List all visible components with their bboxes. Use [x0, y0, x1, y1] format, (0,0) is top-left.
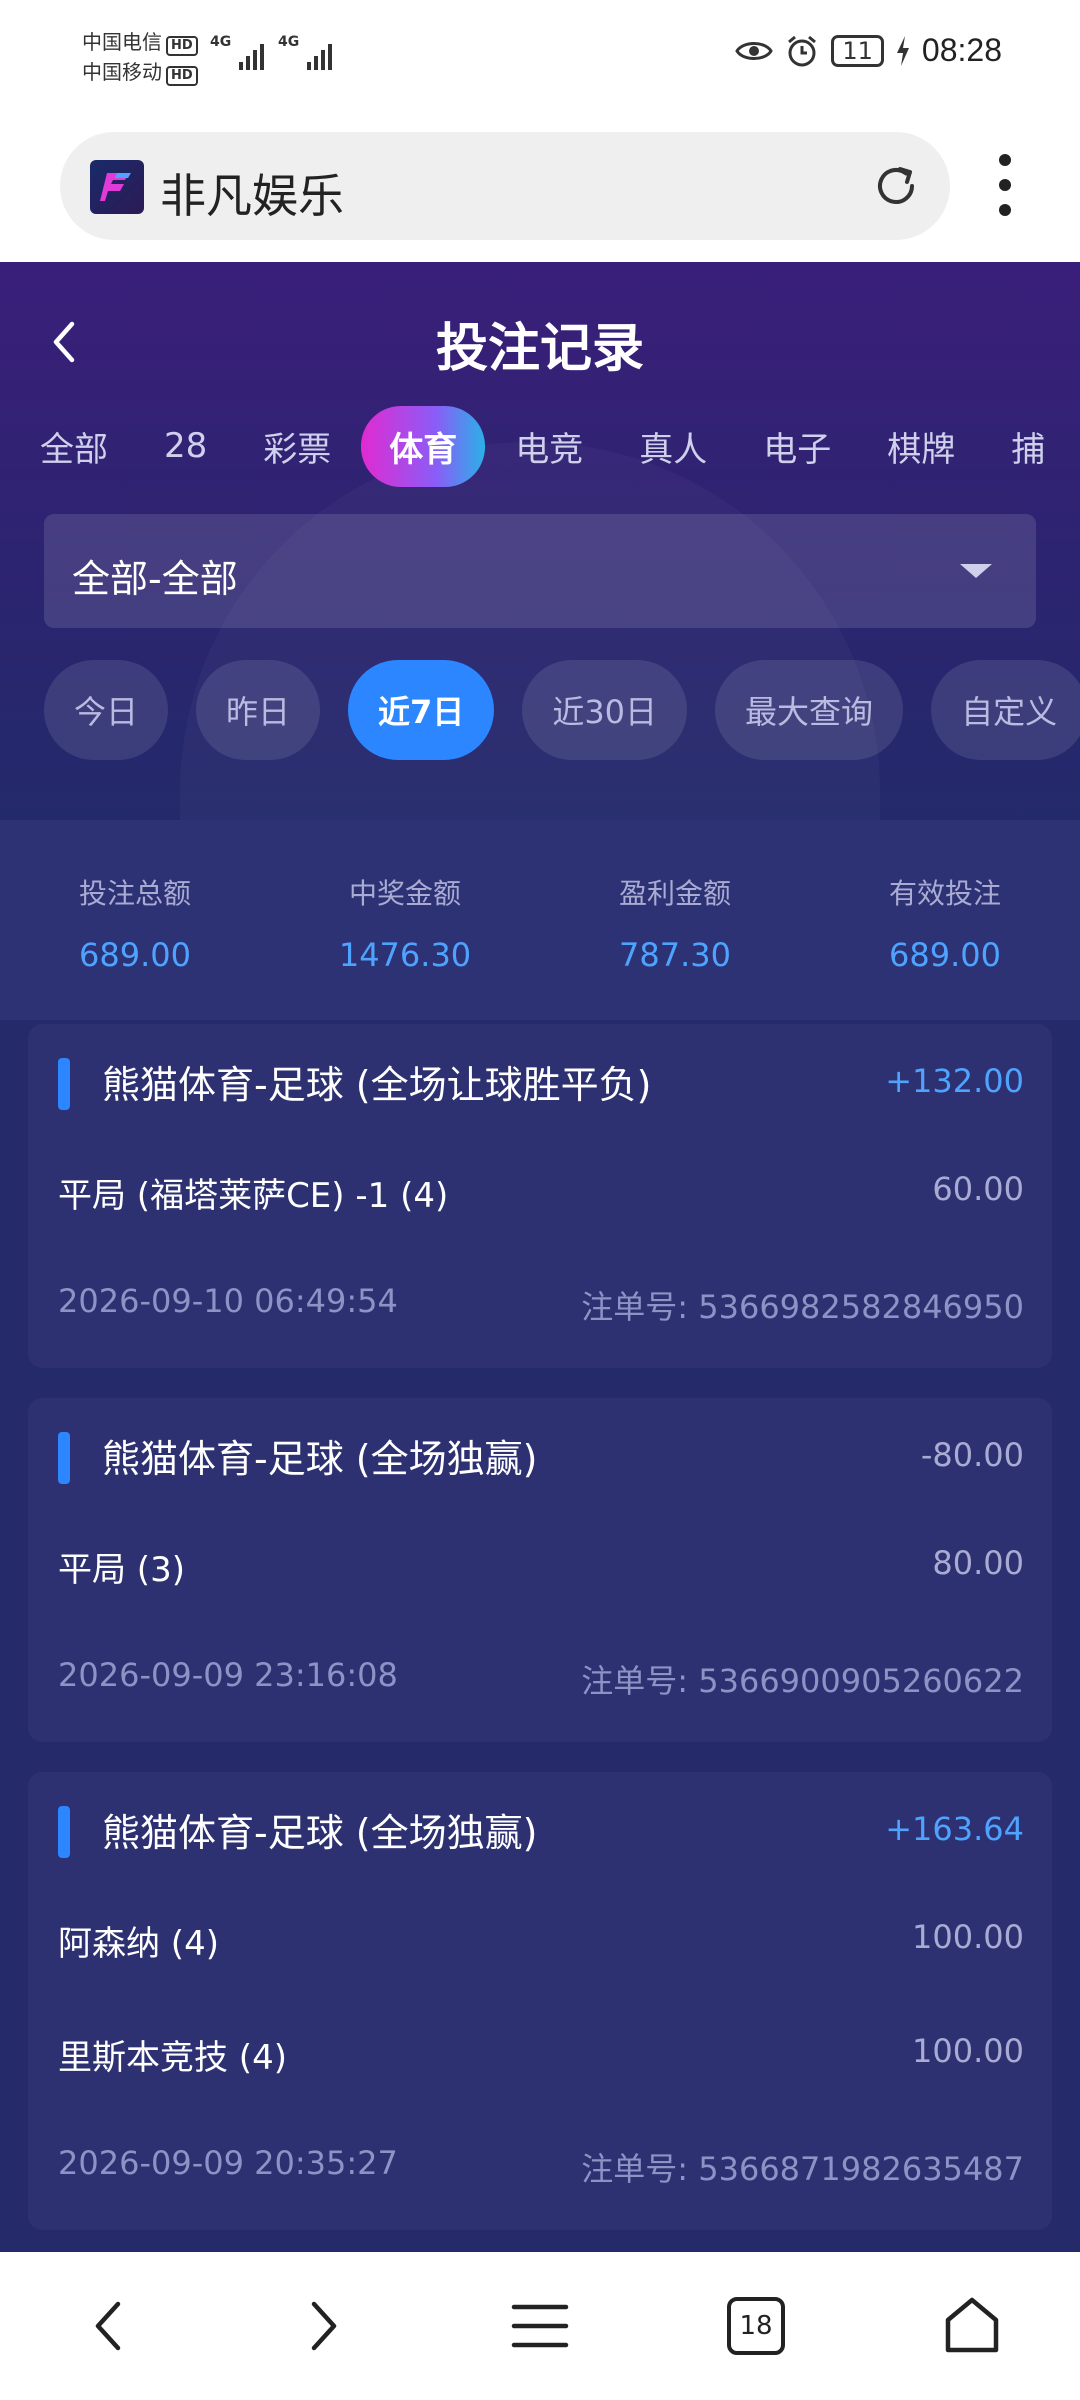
chevron-right-icon [311, 2301, 337, 2351]
bet-title: 熊猫体育-足球 (全场独赢) [102, 1811, 538, 1855]
summary-label: 盈利金额 [618, 877, 731, 910]
tab-category[interactable]: 电子 [763, 422, 831, 471]
bet-pick: 阿森纳 (4) [58, 1924, 219, 1964]
signal-indicators: 4G 4G [210, 34, 332, 70]
page-title: 投注记录 [435, 319, 644, 379]
site-favicon [90, 160, 144, 214]
accent-bar [58, 1058, 70, 1110]
carrier-2: 中国移动 HD [82, 56, 198, 86]
date-filter-pill[interactable]: 自定义 [931, 660, 1080, 760]
hd-badge: HD [166, 36, 198, 56]
bet-title: 熊猫体育-足球 (全场让球胜平负) [102, 1063, 652, 1107]
site-logo-icon [100, 173, 131, 201]
date-filter-pill[interactable]: 今日 [44, 660, 169, 760]
date-filter-pill[interactable]: 昨日 [196, 660, 321, 760]
bet-time: 2026-09-09 20:35:27 [58, 2144, 398, 2182]
clock: 08:28 [921, 32, 1002, 68]
status-bar: 中国电信 HD 中国移动 HD 4G 4G 11 08:28 [0, 0, 1080, 110]
menu-icon [511, 2304, 569, 2348]
chevron-left-icon [95, 2301, 121, 2351]
dropdown-arrow-icon [960, 564, 992, 578]
bet-stake: 100.00 [912, 2032, 1024, 2070]
tab-category[interactable]: 彩票 [263, 422, 331, 471]
accent-bar [58, 1432, 70, 1484]
summary-item: 投注总额 689.00 [0, 820, 270, 1020]
status-right: 11 08:28 [735, 32, 1002, 69]
summary-label: 中奖金额 [348, 877, 461, 910]
bet-result: +163.64 [885, 1810, 1024, 1848]
nav-back-button[interactable] [68, 2286, 148, 2366]
date-filter-pill[interactable]: 最大查询 [715, 660, 904, 760]
more-menu-icon[interactable] [990, 150, 1020, 220]
bet-time: 2026-09-09 23:16:08 [58, 1656, 398, 1694]
summary-item: 盈利金额 787.30 [540, 820, 810, 1020]
bet-card[interactable]: 熊猫体育-足球 (全场独赢) -80.00 平局 (3) 80.00 2026-09-0… [28, 1398, 1052, 1742]
site-title: 非凡娱乐 [160, 169, 344, 223]
nav-forward-button[interactable] [284, 2286, 364, 2366]
bet-card[interactable]: 熊猫体育-足球 (全场独赢) +163.64 阿森纳 (4) 100.00 里斯本竞技 … [28, 1772, 1052, 2230]
bet-result: +132.00 [885, 1062, 1024, 1100]
eye-icon [735, 41, 774, 60]
bet-stake: 80.00 [932, 1544, 1024, 1582]
battery-indicator: 11 [831, 34, 884, 67]
bet-stake: 60.00 [932, 1170, 1024, 1208]
tab-category[interactable]: 捕 [1011, 422, 1045, 471]
app-content: 投注记录 全部 28 彩票 体育 电竞 真人 电子 棋牌 捕 全部-全部 今日 昨日 近7日 近30日… [0, 262, 1080, 2252]
address-bar[interactable]: 非凡娱乐 [60, 132, 950, 240]
reload-icon[interactable] [870, 160, 922, 212]
filter-value: 全部-全部 [72, 557, 238, 601]
bet-card[interactable]: 熊猫体育-足球 (全场让球胜平负) +132.00 平局 (福塔莱萨CE) -1 (… [28, 1024, 1052, 1368]
charging-icon [896, 35, 909, 66]
bet-stake: 100.00 [912, 1918, 1024, 1956]
tab-count: 18 [727, 2297, 785, 2355]
carrier-1: 中国电信 HD [82, 26, 198, 56]
tab-category[interactable]: 体育 [361, 405, 486, 487]
accent-bar [58, 1806, 70, 1858]
summary-value: 689.00 [889, 936, 1001, 974]
game-filter-select[interactable]: 全部-全部 [44, 514, 1036, 628]
summary-item: 有效投注 689.00 [810, 820, 1080, 1020]
bet-order-number: 注单号: 5366900905260622 [581, 1662, 1024, 1700]
tab-category[interactable]: 电竞 [515, 422, 583, 471]
summary-value: 689.00 [79, 936, 191, 974]
signal-icon: 4G [278, 34, 332, 70]
date-filter-pill[interactable]: 近30日 [522, 660, 688, 760]
tab-category[interactable]: 28 [164, 426, 207, 466]
bet-time: 2026-09-10 06:49:54 [58, 1282, 398, 1320]
bet-pick: 平局 (3) [58, 1550, 185, 1590]
signal-icon: 4G [210, 34, 264, 70]
bet-result: -80.00 [920, 1436, 1024, 1474]
bet-order-number: 注单号: 5366871982635487 [581, 2150, 1024, 2188]
home-icon [945, 2297, 999, 2353]
tab-category[interactable]: 全部 [40, 422, 108, 471]
nav-home-button[interactable] [932, 2286, 1012, 2366]
summary-value: 1476.30 [338, 936, 472, 974]
summary-label: 投注总额 [78, 877, 191, 910]
hd-badge: HD [166, 66, 198, 86]
category-tabs: 全部 28 彩票 体育 电竞 真人 电子 棋牌 捕 [40, 405, 1080, 487]
summary-value: 787.30 [619, 936, 731, 974]
bet-pick: 里斯本竞技 (4) [58, 2038, 287, 2078]
bet-pick: 平局 (福塔莱萨CE) -1 (4) [58, 1176, 449, 1216]
alarm-icon [788, 35, 817, 66]
tab-category[interactable]: 真人 [639, 422, 707, 471]
browser-bottom-nav: 18 [0, 2252, 1080, 2400]
nav-tabs-button[interactable]: 18 [716, 2286, 796, 2366]
bet-order-number: 注单号: 5366982582846950 [581, 1288, 1024, 1326]
nav-menu-button[interactable] [500, 2286, 580, 2366]
tab-category[interactable]: 棋牌 [887, 422, 955, 471]
bet-title: 熊猫体育-足球 (全场独赢) [102, 1437, 538, 1481]
browser-toolbar: 非凡娱乐 [0, 110, 1080, 262]
summary-bar: 投注总额 689.00 中奖金额 1476.30 盈利金额 787.30 有效投注 689.0… [0, 820, 1080, 1020]
date-filter-pill[interactable]: 近7日 [348, 660, 495, 760]
summary-label: 有效投注 [888, 877, 1001, 910]
summary-item: 中奖金额 1476.30 [270, 820, 540, 1020]
date-range-filters: 今日 昨日 近7日 近30日 最大查询 自定义 [44, 660, 1080, 760]
